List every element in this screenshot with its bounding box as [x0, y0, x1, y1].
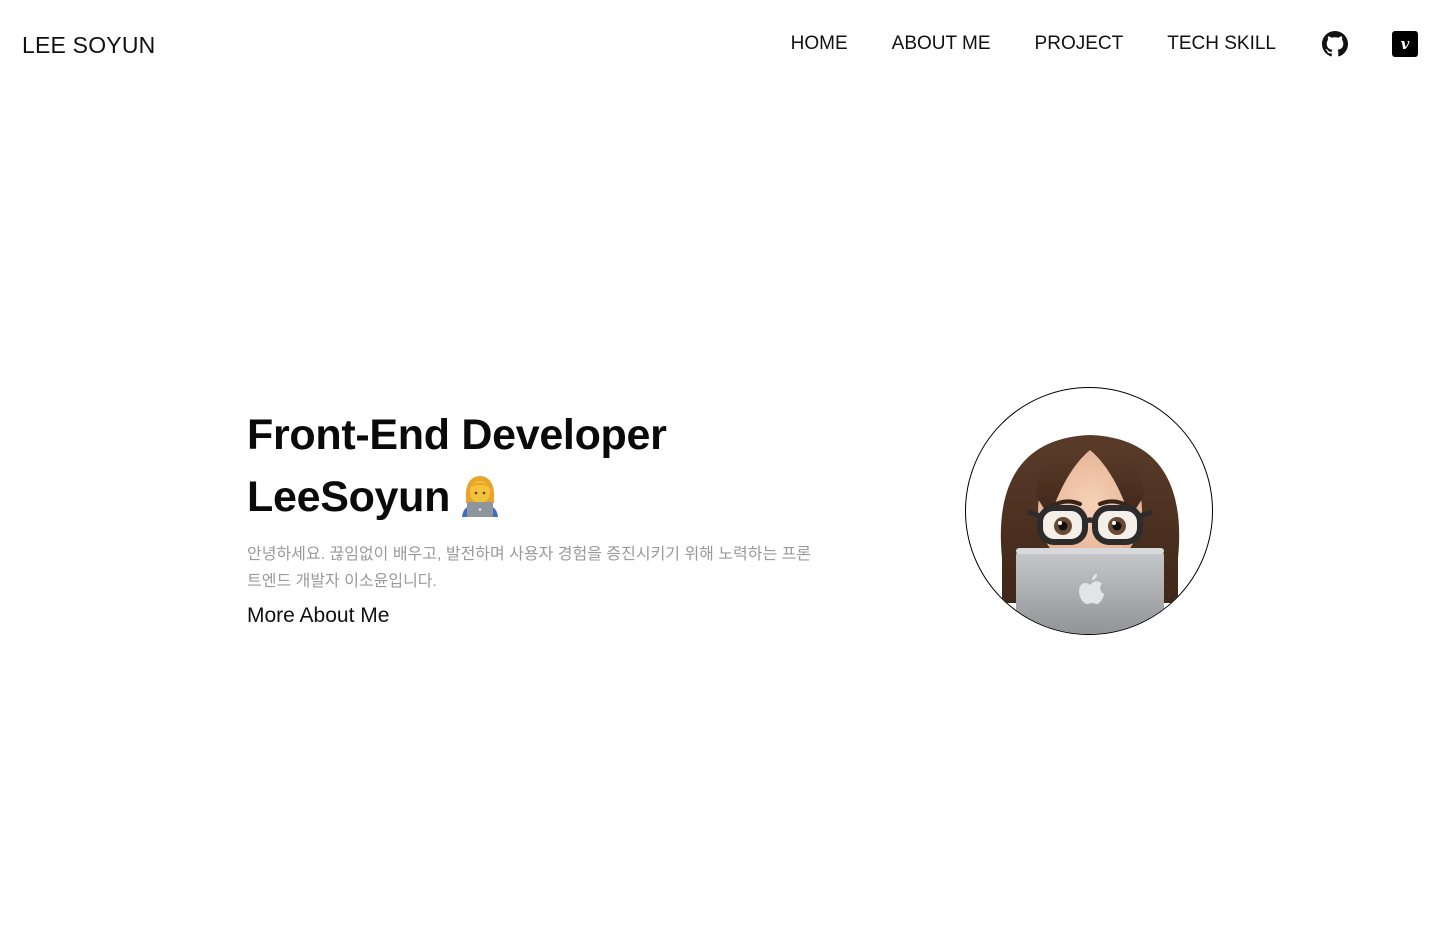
hero-title-line2: LeeSoyun: [247, 473, 451, 521]
nav-home[interactable]: HOME: [791, 28, 848, 60]
vimeo-glyph: v: [1401, 36, 1410, 52]
memoji-avatar: [1000, 435, 1180, 634]
hero-title-line1: Front-End Developer: [247, 411, 667, 459]
more-about-me-link[interactable]: More About Me: [247, 601, 389, 631]
main-nav: HOME ABOUT ME PROJECT TECH SKILL v: [791, 27, 1438, 61]
vimeo-icon: v: [1392, 31, 1418, 57]
site-logo[interactable]: LEE SOYUN: [22, 31, 155, 59]
hero-title: Front-End Developer LeeSoyun: [247, 404, 847, 534]
profile-avatar: [965, 387, 1213, 635]
nav-about-me[interactable]: ABOUT ME: [892, 28, 991, 60]
woman-technologist-emoji: [460, 472, 500, 534]
github-link[interactable]: [1320, 29, 1350, 59]
svg-text:v: v: [1401, 36, 1410, 52]
page: LEE SOYUN HOME ABOUT ME PROJECT TECH SKI…: [0, 0, 1438, 925]
top-navigation-bar: LEE SOYUN HOME ABOUT ME PROJECT TECH SKI…: [0, 0, 1438, 88]
vimeo-link[interactable]: v: [1390, 29, 1420, 59]
nav-tech-skill[interactable]: TECH SKILL: [1167, 28, 1276, 60]
hero-description: 안녕하세요. 끊임없이 배우고, 발전하며 사용자 경험을 증진시키기 위해 노…: [247, 546, 812, 590]
nav-project[interactable]: PROJECT: [1035, 28, 1124, 60]
github-icon: [1322, 31, 1348, 57]
hero-section: Front-End Developer LeeSoyun 안녕하세요. 끊임없이…: [247, 404, 847, 631]
